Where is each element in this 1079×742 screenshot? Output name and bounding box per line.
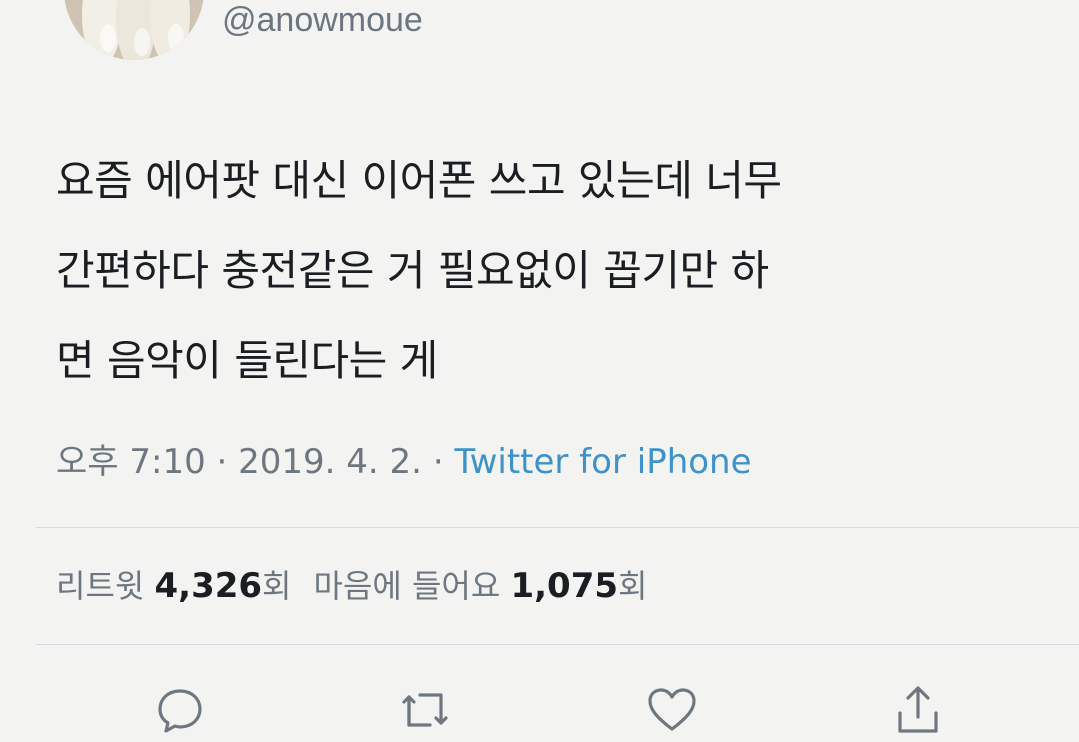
retweet-label: 리트윗 bbox=[56, 567, 145, 605]
divider bbox=[36, 644, 1079, 645]
like-unit: 회 bbox=[618, 567, 648, 605]
retweet-stat[interactable]: 리트윗 4,326회 bbox=[56, 566, 292, 606]
reply-button[interactable] bbox=[150, 680, 210, 740]
reply-icon bbox=[158, 689, 202, 733]
tweet-source-link[interactable]: Twitter for iPhone bbox=[454, 442, 751, 482]
tweet-date: 2019. 4. 2. bbox=[238, 442, 422, 482]
meta-separator: · bbox=[216, 442, 228, 482]
like-stat[interactable]: 마음에 들어요 1,075회 bbox=[313, 566, 648, 606]
like-count: 1,075 bbox=[510, 566, 619, 606]
retweet-count: 4,326 bbox=[154, 566, 263, 606]
avatar-photo bbox=[64, 0, 204, 60]
retweet-button[interactable] bbox=[395, 680, 455, 740]
tweet-actions bbox=[0, 670, 1079, 742]
tweet-text-line: 간편하다 충전같은 거 필요없이 꼽기만 하 bbox=[56, 246, 769, 295]
share-button[interactable] bbox=[888, 680, 948, 740]
like-label: 마음에 들어요 bbox=[313, 567, 501, 605]
tweet-time: 오후 7:10 bbox=[56, 442, 206, 482]
retweet-unit: 회 bbox=[262, 567, 292, 605]
share-icon bbox=[898, 686, 938, 733]
retweet-icon bbox=[402, 693, 448, 727]
avatar[interactable] bbox=[64, 0, 204, 60]
heart-icon bbox=[648, 688, 696, 731]
meta-separator: · bbox=[432, 442, 444, 482]
tweet-meta: 오후 7:10 · 2019. 4. 2. · Twitter for iPho… bbox=[56, 438, 752, 486]
tweet-text: 요즘 에어팟 대신 이어폰 쓰고 있는데 너무 간편하다 충전같은 거 필요없이… bbox=[56, 136, 1046, 406]
like-button[interactable] bbox=[642, 680, 702, 740]
tweet-stats: 리트윗 4,326회 마음에 들어요 1,075회 bbox=[56, 562, 647, 610]
tweet-text-line: 면 음악이 들린다는 게 bbox=[56, 336, 438, 385]
divider bbox=[36, 527, 1079, 528]
tweet-text-line: 요즘 에어팟 대신 이어폰 쓰고 있는데 너무 bbox=[56, 156, 782, 205]
user-handle[interactable]: @anowmoue bbox=[222, 0, 423, 40]
